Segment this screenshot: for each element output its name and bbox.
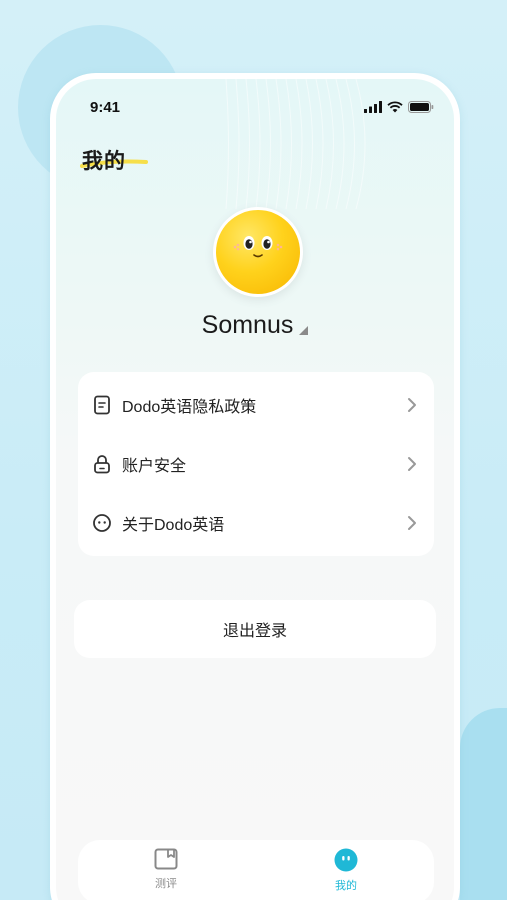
caret-icon [299,326,309,335]
menu-item-label: 关于Dodo英语 [122,517,225,534]
profile-icon [334,848,358,872]
logout-button[interactable]: 退出登录 [74,600,436,658]
menu-item-label: Dodo英语隐私政策 [122,399,257,416]
chevron-right-icon [408,398,416,412]
username: Somnus [201,311,294,339]
status-icons [364,101,434,113]
settings-menu-card: Dodo英语隐私政策 账户安全 关于Dodo英语 [78,372,434,556]
avatar[interactable] [213,207,303,297]
emoji-face-icon [216,210,300,294]
menu-item-privacy-policy[interactable]: Dodo英语隐私政策 [78,380,434,430]
status-time: 9:41 [90,99,121,116]
background-blob [460,708,507,900]
menu-item-label: 账户安全 [122,458,187,475]
chevron-right-icon [408,516,416,530]
status-bar: 9:41 [56,79,454,129]
chevron-right-icon [408,457,416,471]
cellular-signal-icon [364,101,382,113]
assessment-icon [154,848,178,870]
phone-screen: 9:41 我的 Somnus Dodo英语隐私政策 账户安全 关于Dodo英语 … [56,79,454,900]
tab-label: 我的 [335,880,357,892]
tab-assessment[interactable]: 测评 [126,848,206,891]
page-title: 我的 [82,150,126,173]
wifi-icon [387,101,403,113]
bottom-tab-bar: 测评 我的 [78,840,434,900]
username-row[interactable]: Somnus [56,311,454,340]
battery-icon [408,101,434,113]
screenshot-canvas: 9:41 我的 Somnus Dodo英语隐私政策 账户安全 关于Dodo英语 … [0,0,507,900]
lock-icon [92,454,112,474]
menu-item-account-security[interactable]: 账户安全 [78,439,434,489]
smiley-icon [92,513,112,533]
tab-label: 测评 [155,878,177,890]
tab-profile[interactable]: 我的 [306,848,386,893]
menu-item-about[interactable]: 关于Dodo英语 [78,498,434,548]
phone-frame: 9:41 我的 Somnus Dodo英语隐私政策 账户安全 关于Dodo英语 … [50,73,460,900]
document-icon [92,395,112,415]
